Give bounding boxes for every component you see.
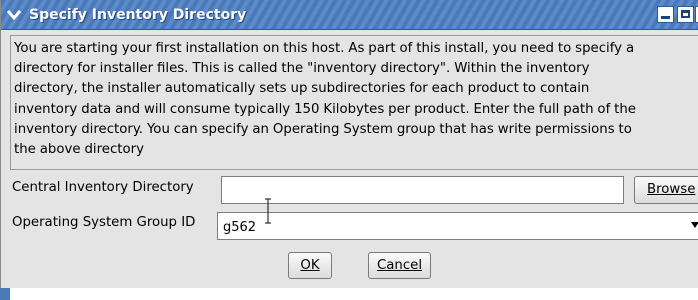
os-group-value: g562	[223, 220, 257, 235]
dropdown-arrow-icon[interactable]	[691, 222, 698, 228]
browse-button-label: Browse	[647, 182, 696, 197]
window-edge	[0, 288, 10, 300]
dialog-window: Specify Inventory Directory You are star…	[0, 0, 698, 288]
title-bar[interactable]: Specify Inventory Directory	[1, 0, 698, 30]
inventory-directory-input[interactable]	[221, 176, 624, 204]
instructions-text: You are starting your first installation…	[14, 41, 636, 158]
ok-button[interactable]: OK	[288, 252, 332, 279]
maximize-icon	[681, 10, 690, 18]
text-cursor-icon	[264, 198, 272, 224]
os-group-combobox[interactable]: g562	[217, 212, 698, 240]
minimize-button[interactable]	[657, 6, 674, 23]
maximize-button[interactable]	[677, 6, 694, 23]
browse-button[interactable]: Browse	[634, 176, 698, 204]
chevron-down-icon[interactable]	[6, 9, 22, 21]
minimize-icon	[661, 16, 670, 19]
ok-button-label: OK	[300, 258, 320, 273]
inventory-directory-label: Central Inventory Directory	[12, 180, 194, 195]
window-title: Specify Inventory Directory	[29, 7, 247, 23]
os-group-label: Operating System Group ID	[12, 215, 196, 230]
cancel-button[interactable]: Cancel	[368, 252, 431, 279]
cancel-button-label: Cancel	[376, 258, 423, 273]
instructions-panel: You are starting your first installation…	[10, 35, 698, 170]
